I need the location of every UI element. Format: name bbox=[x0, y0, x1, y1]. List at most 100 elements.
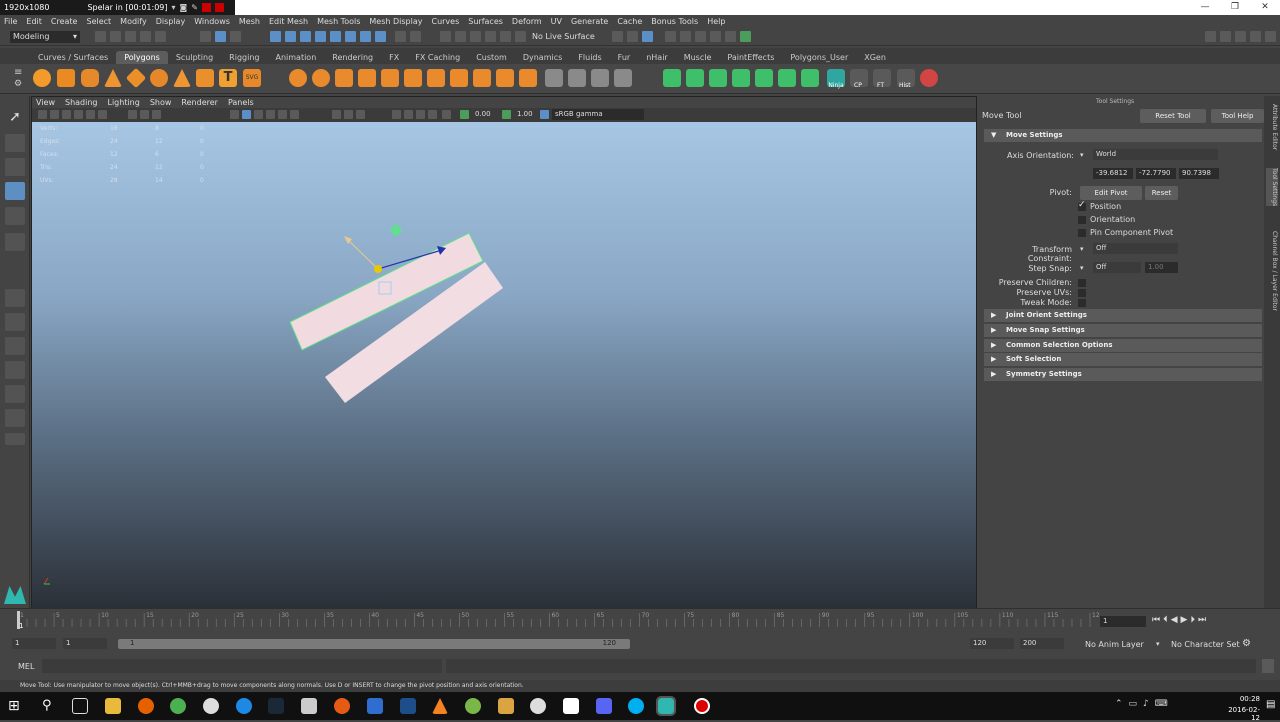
orientation-checkbox[interactable] bbox=[1078, 216, 1086, 224]
poly-cone-icon[interactable] bbox=[104, 69, 122, 87]
side-tab-attribute-editor[interactable]: Attribute Editor bbox=[1266, 104, 1278, 150]
poly-pipe-icon[interactable] bbox=[196, 69, 214, 87]
mask-edge-icon[interactable] bbox=[285, 31, 296, 42]
shelf-tab-fx-caching[interactable]: FX Caching bbox=[407, 51, 468, 64]
app-icon[interactable] bbox=[301, 698, 317, 714]
shelf-settings-icon[interactable]: ⚙ bbox=[14, 79, 22, 89]
custom-tool-1-icon[interactable] bbox=[663, 69, 681, 87]
tools-icon[interactable] bbox=[498, 698, 514, 714]
stop-icon[interactable] bbox=[214, 3, 224, 12]
resolution-gate-icon[interactable] bbox=[152, 110, 161, 119]
photoshop-icon[interactable] bbox=[400, 698, 416, 714]
channel-box-toggle-icon[interactable] bbox=[1250, 31, 1261, 42]
tool-settings-toggle-icon[interactable] bbox=[1235, 31, 1246, 42]
mask-curve-icon[interactable] bbox=[360, 31, 371, 42]
time-slider[interactable]: 1 5 10 15 20 25 30 35 40 45 50 55 60 65 70 75 80 85 90 95 10… bbox=[0, 608, 1280, 632]
shelf-tab-fur[interactable]: Fur bbox=[610, 51, 639, 64]
shelf-tab-sculpting[interactable]: Sculpting bbox=[168, 51, 221, 64]
shelf-tab-xgen[interactable]: XGen bbox=[856, 51, 894, 64]
xray-icon[interactable] bbox=[404, 110, 413, 119]
highlight-icon[interactable] bbox=[410, 31, 421, 42]
snap-curve-icon[interactable] bbox=[455, 31, 466, 42]
timeline-ruler[interactable]: 1 5 10 15 20 25 30 35 40 45 50 55 60 65 70 75 80 85 90 95 10… bbox=[0, 609, 1100, 633]
select-component-icon[interactable] bbox=[230, 31, 241, 42]
scale-tool-icon[interactable] bbox=[5, 233, 25, 251]
select-tool-icon[interactable]: ➚ bbox=[5, 108, 25, 126]
layout-more-icon[interactable] bbox=[5, 433, 25, 445]
joint-orient-settings-section[interactable]: ▶ Joint Orient Settings bbox=[984, 309, 1262, 322]
media-app-icon[interactable] bbox=[203, 698, 219, 714]
mask-face-icon[interactable] bbox=[300, 31, 311, 42]
move-settings-section[interactable]: ▼ Move Settings bbox=[984, 129, 1262, 142]
step-snap-select[interactable]: Off bbox=[1093, 262, 1141, 273]
ninja-icon[interactable]: Ninja bbox=[827, 69, 845, 89]
menu-curves[interactable]: Curves bbox=[431, 17, 459, 26]
origin-icon[interactable] bbox=[334, 698, 350, 714]
gamma-icon[interactable] bbox=[502, 110, 511, 119]
poly-torus-icon[interactable] bbox=[150, 69, 168, 87]
coord-y-field[interactable]: -72.7790 bbox=[1136, 168, 1176, 179]
layout-single-icon[interactable] bbox=[5, 289, 25, 307]
auto-uv-icon[interactable] bbox=[568, 69, 586, 87]
character-set-select[interactable]: No Character Set bbox=[1171, 640, 1240, 649]
utorrent-icon[interactable] bbox=[465, 698, 481, 714]
separate-icon[interactable] bbox=[312, 69, 330, 87]
tweak-mode-checkbox[interactable] bbox=[1078, 299, 1086, 307]
preserve-children-checkbox[interactable] bbox=[1078, 279, 1086, 287]
globe-icon[interactable] bbox=[530, 698, 546, 714]
gamma-field[interactable]: 1.00 bbox=[514, 109, 538, 120]
current-frame-field[interactable]: 1 bbox=[1100, 616, 1146, 627]
vlc-icon[interactable] bbox=[432, 698, 448, 714]
poly-cylinder-icon[interactable] bbox=[81, 69, 99, 87]
camera-attr-icon[interactable] bbox=[50, 110, 59, 119]
shadows-icon[interactable] bbox=[290, 110, 299, 119]
windows-start-icon[interactable]: ⊞ bbox=[8, 698, 20, 714]
film-gate-icon[interactable] bbox=[140, 110, 149, 119]
lights-icon[interactable] bbox=[278, 110, 287, 119]
snap-grid-icon[interactable] bbox=[440, 31, 451, 42]
maya-taskbar-icon[interactable] bbox=[656, 696, 676, 716]
ssao-icon[interactable] bbox=[332, 110, 341, 119]
recorder-taskbar-icon[interactable] bbox=[694, 698, 710, 714]
shelf-tab-custom[interactable]: Custom bbox=[468, 51, 515, 64]
snap-point-icon[interactable] bbox=[470, 31, 481, 42]
paint-select-icon[interactable] bbox=[5, 158, 25, 176]
axis-orientation-select[interactable]: World bbox=[1093, 149, 1218, 160]
dropdown-arrow-icon[interactable]: ▾ bbox=[1080, 264, 1084, 272]
camera-icon[interactable]: ◙ bbox=[180, 3, 188, 12]
layout-four-icon[interactable] bbox=[5, 313, 25, 331]
notifications-icon[interactable]: ▤ bbox=[1266, 699, 1275, 710]
custom-tool-3-icon[interactable] bbox=[709, 69, 727, 87]
move-tool-icon[interactable] bbox=[5, 182, 25, 200]
custom-tool-4-icon[interactable] bbox=[732, 69, 750, 87]
uv-layout-icon[interactable] bbox=[614, 69, 632, 87]
edit-pivot-button[interactable]: Edit Pivot bbox=[1080, 186, 1142, 200]
symmetry-settings-section[interactable]: ▶ Symmetry Settings bbox=[984, 368, 1262, 381]
coord-z-field[interactable]: 90.7398 bbox=[1179, 168, 1219, 179]
poly-pyramid-icon[interactable] bbox=[173, 69, 191, 87]
fill-hole-icon[interactable] bbox=[496, 69, 514, 87]
minimize-icon[interactable]: — bbox=[1190, 0, 1220, 15]
menu-uv[interactable]: UV bbox=[551, 17, 562, 26]
menu-select[interactable]: Select bbox=[86, 17, 111, 26]
vp-menu-shading[interactable]: Shading bbox=[65, 98, 98, 107]
menu-edit[interactable]: Edit bbox=[26, 17, 42, 26]
boolean-icon[interactable] bbox=[358, 69, 376, 87]
range-bar[interactable]: 1 120 bbox=[118, 639, 630, 649]
menu-display[interactable]: Display bbox=[156, 17, 186, 26]
mirror-icon[interactable] bbox=[381, 69, 399, 87]
notepad-icon[interactable] bbox=[563, 698, 579, 714]
smooth-shade-icon[interactable] bbox=[242, 110, 251, 119]
poly-plane-icon[interactable] bbox=[125, 67, 147, 89]
manipulator-plane-handle[interactable] bbox=[389, 223, 403, 237]
shelf-menu-icon[interactable]: ≡ bbox=[14, 67, 22, 78]
menu-deform[interactable]: Deform bbox=[512, 17, 542, 26]
menu-mesh[interactable]: Mesh bbox=[239, 17, 260, 26]
skype-icon[interactable] bbox=[628, 698, 644, 714]
coord-x-field[interactable]: -39.6812 bbox=[1093, 168, 1133, 179]
shelf-tab-curves-surfaces[interactable]: Curves / Surfaces bbox=[30, 51, 116, 64]
motion-blur-icon[interactable] bbox=[344, 110, 353, 119]
custom-tool-6-icon[interactable] bbox=[778, 69, 796, 87]
move-manipulator-x-axis[interactable] bbox=[346, 238, 379, 270]
custom-tool-2-icon[interactable] bbox=[686, 69, 704, 87]
